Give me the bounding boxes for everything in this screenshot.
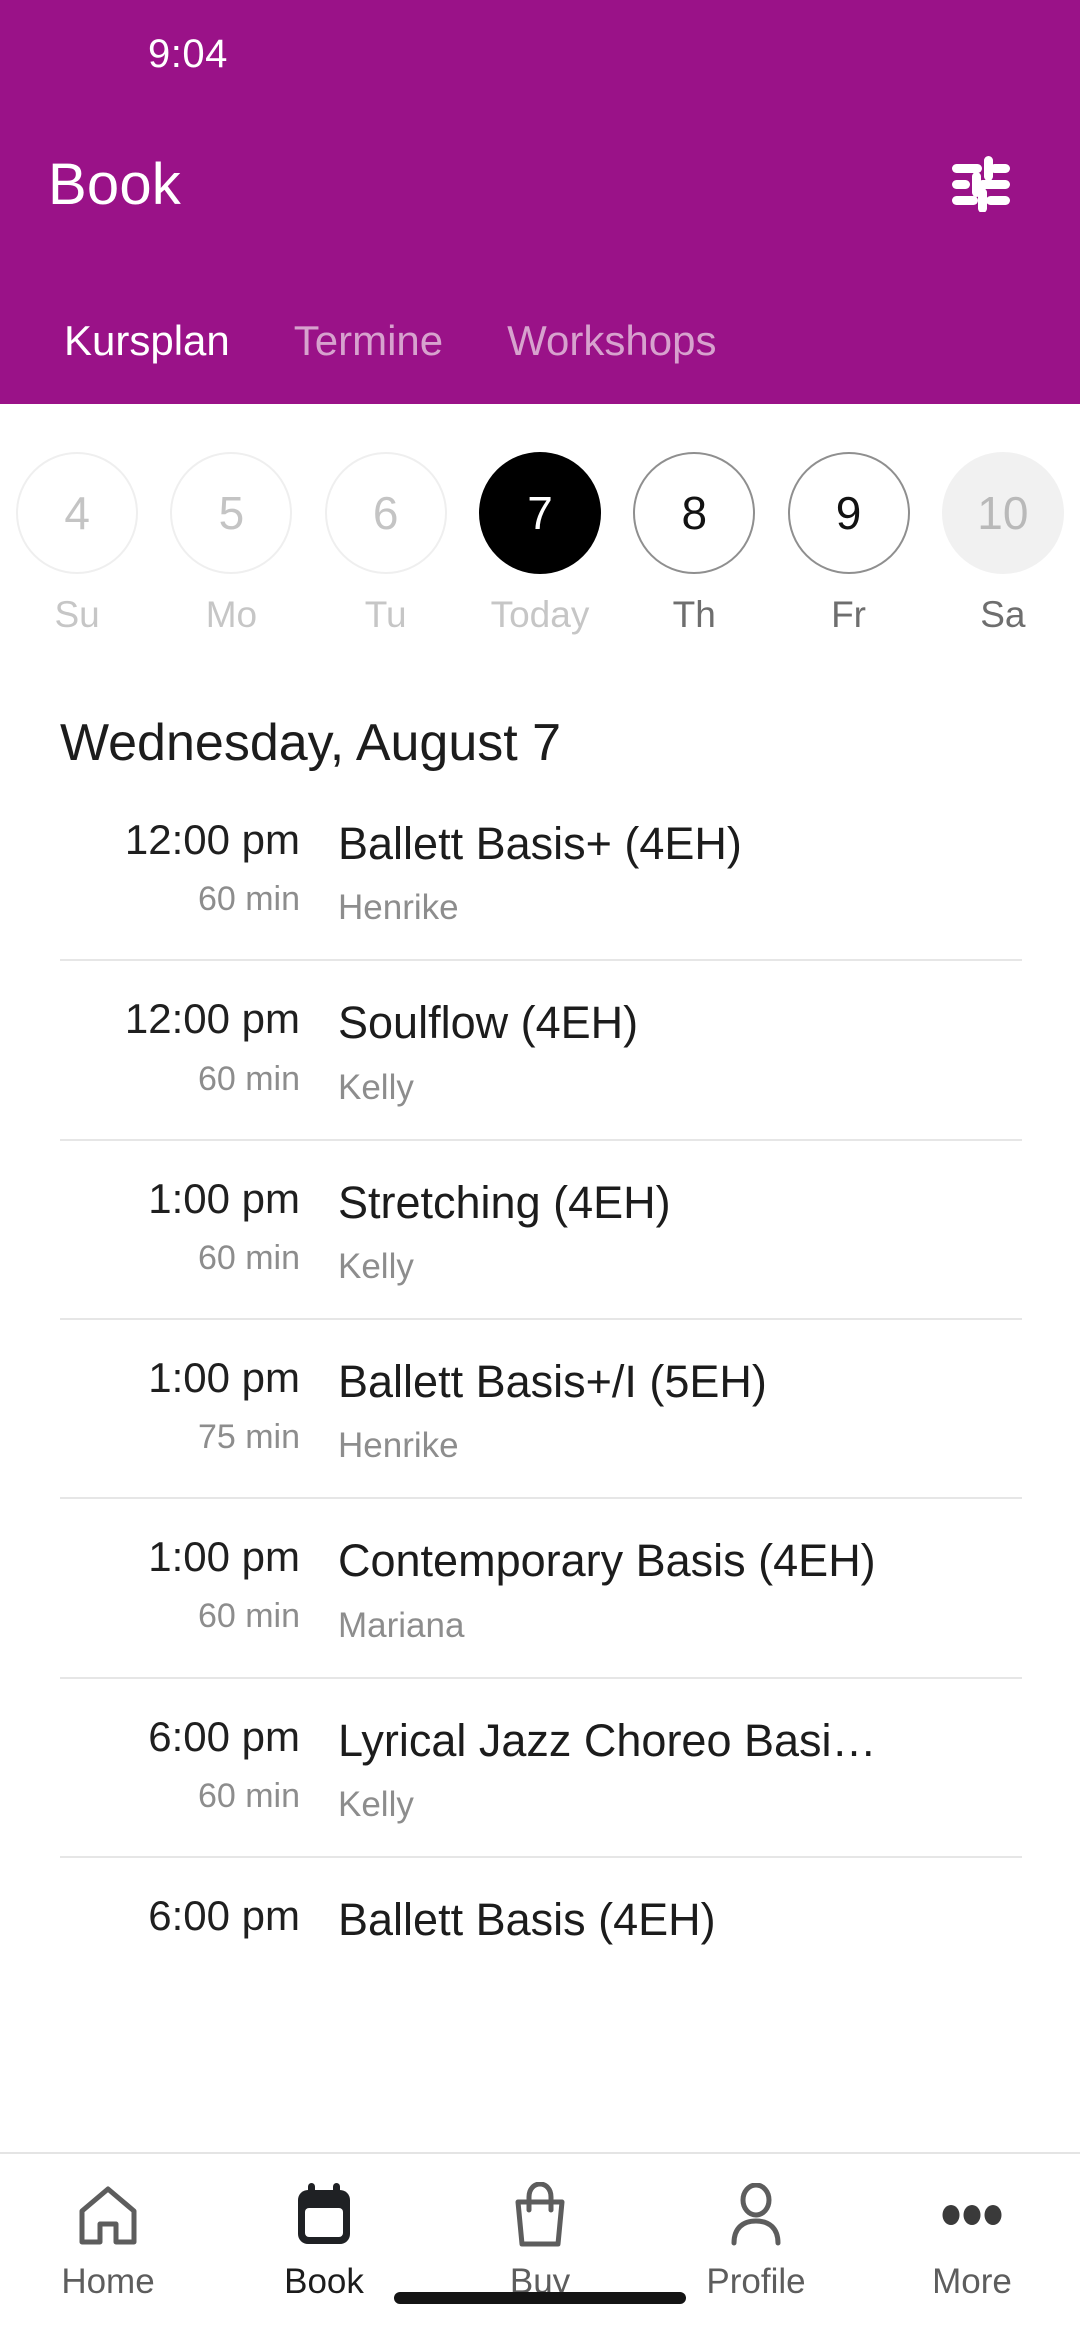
nav-item-home[interactable]: Home xyxy=(0,2180,216,2299)
class-instructor-5: Mariana xyxy=(338,1605,465,1645)
person-icon xyxy=(727,2180,785,2250)
class-time-4: 1:00 pm xyxy=(148,1354,300,1402)
date-number-9: 9 xyxy=(787,452,910,574)
filter-settings-button[interactable] xyxy=(938,141,1024,227)
class-name-3: Stretching (4EH) xyxy=(338,1176,671,1228)
date-cell-6[interactable]: 6 Tu xyxy=(309,452,463,633)
class-row-6[interactable]: 6:00 pm 60 min Lyrical Jazz Choreo Basi…… xyxy=(60,1676,1022,1856)
date-cell-9[interactable]: 9 Fr xyxy=(771,452,925,633)
class-name-1: Ballett Basis+ (4EH) xyxy=(338,818,742,870)
date-weekday-9: Fr xyxy=(831,594,867,635)
page-title: Book xyxy=(48,151,181,217)
class-row-3[interactable]: 1:00 pm 60 min Stretching (4EH) Kelly xyxy=(60,1138,1022,1318)
schedule-list[interactable]: Wednesday, August 7 12:00 pm 60 min Ball… xyxy=(0,655,1080,2152)
class-time-block-4: 1:00 pm 75 min xyxy=(60,1354,338,1458)
class-name-4: Ballett Basis+/I (5EH) xyxy=(338,1356,767,1408)
status-bar: 9:04 xyxy=(0,0,1080,108)
sliders-icon xyxy=(950,156,1012,212)
class-info-block-5: Contemporary Basis (4EH) Mariana xyxy=(338,1533,1022,1646)
class-info-block-7: Ballett Basis (4EH) xyxy=(338,1892,1022,1963)
date-weekday-today: Today xyxy=(490,594,590,635)
date-cell-10[interactable]: 10 Sa xyxy=(926,452,1080,633)
class-info-block-6: Lyrical Jazz Choreo Basi… Kelly xyxy=(338,1713,1022,1826)
class-duration-5: 60 min xyxy=(197,1597,300,1636)
date-cell-5[interactable]: 5 Mo xyxy=(154,452,308,633)
status-bar-clock: 9:04 xyxy=(148,31,228,76)
date-number-7: 7 xyxy=(478,452,601,574)
tab-bar: Kursplan Termine Workshops xyxy=(0,260,1080,404)
date-weekday-8: Th xyxy=(672,594,716,635)
class-time-block-7: 6:00 pm xyxy=(60,1892,338,1955)
class-name-7: Ballett Basis (4EH) xyxy=(338,1893,716,1945)
date-number-10: 10 xyxy=(941,452,1064,574)
class-time-5: 1:00 pm xyxy=(148,1533,300,1581)
class-row-1[interactable]: 12:00 pm 60 min Ballett Basis+ (4EH) Hen… xyxy=(60,816,1022,959)
class-duration-6: 60 min xyxy=(197,1776,300,1815)
nav-label-more: More xyxy=(932,2262,1012,2301)
date-weekday-6: Tu xyxy=(364,594,407,635)
class-duration-4: 75 min xyxy=(197,1418,300,1457)
class-instructor-3: Kelly xyxy=(338,1247,414,1287)
date-number-8: 8 xyxy=(633,452,756,574)
nav-item-more[interactable]: More xyxy=(864,2180,1080,2299)
date-number-6: 6 xyxy=(324,452,447,574)
class-info-block-3: Stretching (4EH) Kelly xyxy=(338,1175,1022,1288)
class-instructor-6: Kelly xyxy=(338,1784,414,1824)
date-weekday-10: Sa xyxy=(980,594,1026,635)
date-cell-8[interactable]: 8 Th xyxy=(617,452,771,633)
shopping-bag-icon xyxy=(511,2180,569,2250)
class-time-1: 12:00 pm xyxy=(124,816,300,864)
class-name-6: Lyrical Jazz Choreo Basi… xyxy=(338,1714,877,1766)
class-row-5[interactable]: 1:00 pm 60 min Contemporary Basis (4EH) … xyxy=(60,1497,1022,1676)
tab-kursplan[interactable]: Kursplan xyxy=(32,320,262,362)
class-time-7: 6:00 pm xyxy=(148,1891,300,1939)
class-instructor-1: Henrike xyxy=(338,888,459,928)
class-duration-2: 60 min xyxy=(197,1059,300,1098)
class-time-block-3: 1:00 pm 60 min xyxy=(60,1175,338,1279)
app-header: 9:04 Book Kursplan Termine Workshops xyxy=(0,0,1080,404)
tab-termine[interactable]: Termine xyxy=(262,320,475,362)
class-time-6: 6:00 pm xyxy=(148,1712,300,1760)
app-bar: Book xyxy=(0,108,1080,260)
class-time-block-1: 12:00 pm 60 min xyxy=(60,816,338,920)
date-number-5: 5 xyxy=(170,452,293,574)
tab-workshops[interactable]: Workshops xyxy=(475,320,748,362)
class-info-block-1: Ballett Basis+ (4EH) Henrike xyxy=(338,816,1022,929)
date-cell-7-today[interactable]: 7 Today xyxy=(463,452,617,633)
date-weekday-4: Su xyxy=(54,594,100,635)
nav-label-book: Book xyxy=(284,2262,364,2301)
class-info-block-2: Soulflow (4EH) Kelly xyxy=(338,995,1022,1108)
class-duration-3: 60 min xyxy=(197,1238,300,1277)
date-weekday-5: Mo xyxy=(205,594,258,635)
date-number-4: 4 xyxy=(16,452,139,574)
class-row-4[interactable]: 1:00 pm 75 min Ballett Basis+/I (5EH) He… xyxy=(60,1318,1022,1497)
app-root: 9:04 Book Kursplan Termine Workshops 4 S… xyxy=(0,0,1080,2340)
class-time-2: 12:00 pm xyxy=(124,995,300,1043)
home-indicator[interactable] xyxy=(394,2292,686,2304)
class-name-2: Soulflow (4EH) xyxy=(338,997,639,1049)
three-dots-icon xyxy=(941,2180,1003,2250)
class-time-block-2: 12:00 pm 60 min xyxy=(60,995,338,1099)
class-instructor-2: Kelly xyxy=(338,1067,414,1107)
date-cell-4[interactable]: 4 Su xyxy=(0,452,154,633)
class-instructor-4: Henrike xyxy=(338,1426,459,1466)
class-info-block-4: Ballett Basis+/I (5EH) Henrike xyxy=(338,1354,1022,1467)
bottom-navigation-bar: Home Book Buy Profile More xyxy=(0,2152,1080,2340)
class-time-3: 1:00 pm xyxy=(148,1174,300,1222)
nav-item-book[interactable]: Book xyxy=(216,2180,432,2299)
calendar-icon xyxy=(295,2180,353,2250)
class-row-2[interactable]: 12:00 pm 60 min Soulflow (4EH) Kelly xyxy=(60,959,1022,1138)
class-row-7[interactable]: 6:00 pm Ballett Basis (4EH) xyxy=(60,1855,1022,1993)
class-time-block-6: 6:00 pm 60 min xyxy=(60,1713,338,1817)
class-duration-1: 60 min xyxy=(197,880,300,919)
class-time-block-5: 1:00 pm 60 min xyxy=(60,1533,338,1637)
nav-label-home: Home xyxy=(61,2262,155,2301)
class-name-5: Contemporary Basis (4EH) xyxy=(338,1535,876,1587)
date-selector-strip: 4 Su 5 Mo 6 Tu 7 Today 8 Th 9 Fr 10 Sa xyxy=(0,404,1080,655)
schedule-date-heading: Wednesday, August 7 xyxy=(60,714,562,772)
house-icon xyxy=(78,2180,138,2250)
nav-item-buy[interactable]: Buy xyxy=(432,2180,648,2299)
nav-label-profile: Profile xyxy=(706,2262,806,2301)
nav-item-profile[interactable]: Profile xyxy=(648,2180,864,2299)
